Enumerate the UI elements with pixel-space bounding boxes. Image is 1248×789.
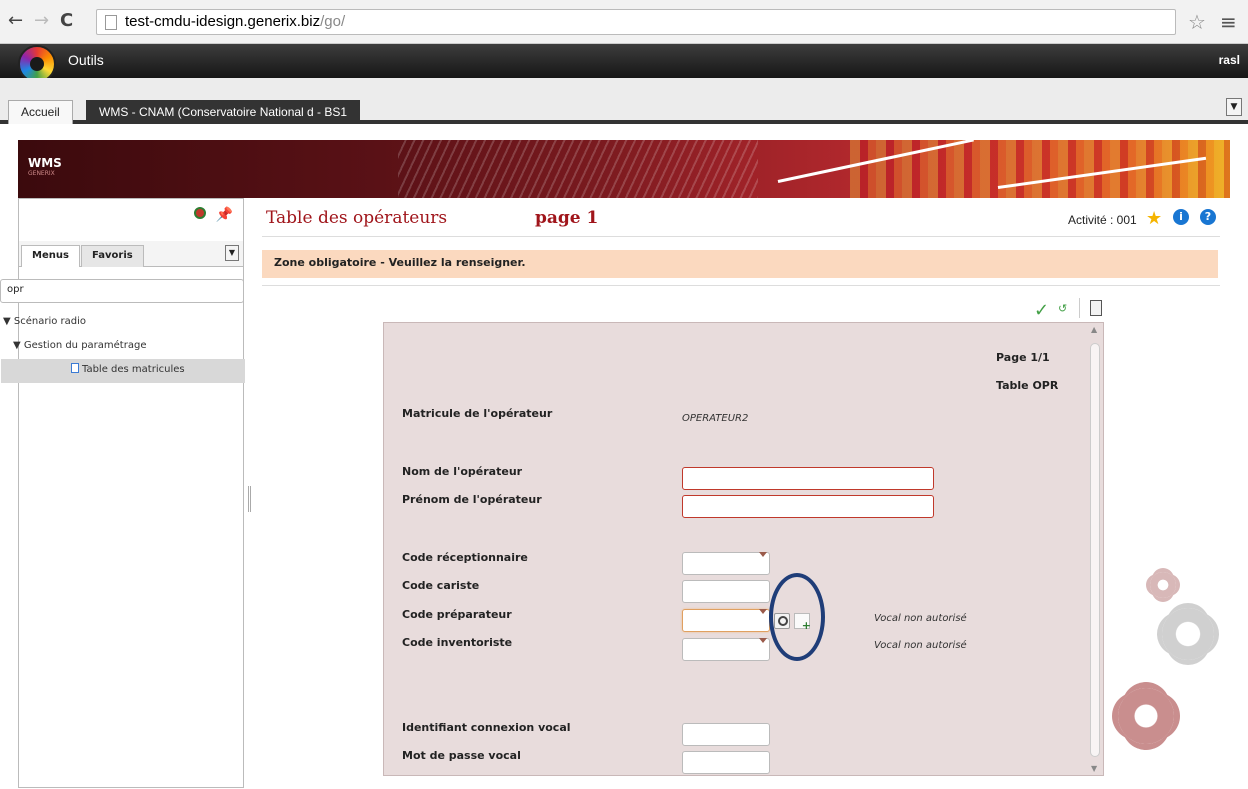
nom-label: Nom de l'opérateur bbox=[402, 465, 523, 478]
cariste-label: Code cariste bbox=[402, 579, 480, 592]
tabs-dropdown-icon[interactable]: ▼ bbox=[1226, 98, 1242, 116]
tree-item-label: Gestion du paramétrage bbox=[23, 340, 147, 351]
toolbar-separator bbox=[1079, 298, 1080, 318]
form-page-info: Page 1/1 bbox=[996, 351, 1050, 364]
info-icon[interactable]: i bbox=[1173, 209, 1189, 225]
left-panel-tabs: Menus Favoris ▼ bbox=[19, 241, 243, 267]
id-vocal-label: Identifiant connexion vocal bbox=[402, 721, 571, 734]
page-number: page 1 bbox=[535, 208, 599, 228]
cariste-input[interactable] bbox=[682, 580, 770, 603]
tab-home[interactable]: Accueil bbox=[8, 100, 73, 124]
preparateur-note: Vocal non autorisé bbox=[874, 613, 967, 624]
receptionnaire-label: Code réceptionnaire bbox=[402, 551, 528, 564]
inventoriste-select[interactable] bbox=[682, 638, 770, 661]
url-path: /go/ bbox=[320, 13, 346, 30]
divider bbox=[262, 285, 1220, 286]
menu-tree: ▼ Scénario radio ▼ Gestion du paramétrag… bbox=[1, 311, 245, 383]
app-bar: Outils rasl bbox=[0, 44, 1248, 83]
export-document-icon[interactable] bbox=[1090, 300, 1102, 316]
left-panel-dropdown-icon[interactable]: ▼ bbox=[225, 245, 239, 261]
bookmark-star-icon[interactable]: ☆ bbox=[1188, 10, 1206, 34]
user-name[interactable]: rasl bbox=[1219, 53, 1240, 67]
tab-menus[interactable]: Menus bbox=[21, 245, 80, 267]
expand-icon[interactable]: ▼ bbox=[3, 316, 11, 327]
annotation-circle bbox=[769, 573, 825, 661]
activity-label: Activité : 001 bbox=[1068, 213, 1137, 227]
expand-icon[interactable]: ▼ bbox=[13, 340, 21, 351]
inventoriste-note: Vocal non autorisé bbox=[874, 640, 967, 651]
id-vocal-input[interactable] bbox=[682, 723, 770, 746]
browser-menu-icon[interactable]: ≡ bbox=[1220, 10, 1237, 34]
tree-item-label: Table des matricules bbox=[82, 364, 185, 375]
tree-item-scenario-radio[interactable]: ▼ Scénario radio bbox=[1, 311, 245, 335]
scroll-thumb[interactable] bbox=[1090, 343, 1100, 757]
tree-item-table-matricules[interactable]: Table des matricules bbox=[1, 359, 245, 383]
reload-icon[interactable]: C bbox=[60, 12, 73, 30]
help-icon[interactable]: ? bbox=[1200, 209, 1216, 225]
matricule-value: OPERATEUR2 bbox=[682, 413, 749, 424]
validate-check-icon[interactable]: ✓ bbox=[1034, 300, 1049, 321]
operator-form: ▲ ▼ Page 1/1 Table OPR Matricule de l'op… bbox=[383, 322, 1104, 776]
back-icon[interactable]: ← bbox=[8, 12, 23, 30]
preparateur-label: Code préparateur bbox=[402, 608, 512, 621]
scroll-up-icon[interactable]: ▲ bbox=[1091, 325, 1097, 334]
prenom-label: Prénom de l'opérateur bbox=[402, 493, 542, 506]
inventoriste-label: Code inventoriste bbox=[402, 636, 513, 649]
address-bar[interactable]: test-cmdu-idesign.generix.biz/go/ bbox=[96, 9, 1176, 35]
tree-item-label: Scénario radio bbox=[13, 316, 87, 327]
refresh-icon[interactable]: ↺ bbox=[1058, 302, 1067, 315]
banner-blocks bbox=[850, 140, 1230, 198]
url-text: test-cmdu-idesign.generix.biz/go/ bbox=[125, 13, 345, 30]
left-panel-icons: 📌 bbox=[193, 207, 233, 223]
url-host: test-cmdu-idesign.generix.biz bbox=[125, 13, 321, 30]
favorite-star-icon[interactable]: ★ bbox=[1146, 208, 1162, 229]
page-icon bbox=[105, 15, 117, 30]
panel-splitter[interactable] bbox=[248, 486, 251, 512]
menu-search-input[interactable]: opr bbox=[0, 279, 244, 303]
mdp-vocal-label: Mot de passe vocal bbox=[402, 749, 521, 762]
document-icon bbox=[71, 363, 79, 373]
page-title: Table des opérateurs bbox=[266, 208, 448, 228]
divider bbox=[262, 236, 1220, 237]
tab-favoris[interactable]: Favoris bbox=[81, 245, 144, 267]
app-title[interactable]: Outils bbox=[68, 52, 104, 68]
banner-decoration bbox=[398, 140, 758, 198]
banner-subtitle: GENERIX bbox=[28, 170, 55, 177]
tab-wms-cnam[interactable]: WMS - CNAM (Conservatoire National d - B… bbox=[86, 100, 361, 124]
forward-icon[interactable]: → bbox=[34, 12, 49, 30]
form-table-info: Table OPR bbox=[996, 379, 1059, 392]
required-field-alert: Zone obligatoire - Veuillez la renseigne… bbox=[262, 250, 1218, 278]
preparateur-select[interactable] bbox=[682, 609, 770, 632]
app-tabs: Accueil WMS - CNAM (Conservatoire Nation… bbox=[0, 78, 1248, 124]
banner-title: WMS bbox=[28, 156, 62, 170]
receptionnaire-select[interactable] bbox=[682, 552, 770, 575]
scroll-down-icon[interactable]: ▼ bbox=[1091, 764, 1097, 773]
pin-icon[interactable]: 📌 bbox=[216, 207, 233, 223]
form-scrollbar[interactable]: ▲ ▼ bbox=[1089, 325, 1101, 773]
wms-banner: WMS GENERIX bbox=[18, 138, 1230, 198]
mdp-vocal-input[interactable] bbox=[682, 751, 770, 774]
browser-toolbar: ← → C test-cmdu-idesign.generix.biz/go/ … bbox=[0, 0, 1248, 44]
tree-item-gestion-parametrage[interactable]: ▼ Gestion du paramétrage bbox=[1, 335, 245, 359]
nom-input[interactable] bbox=[682, 467, 934, 490]
matricule-label: Matricule de l'opérateur bbox=[402, 407, 553, 420]
bug-icon[interactable] bbox=[193, 207, 206, 219]
gear-icon bbox=[1150, 572, 1176, 598]
prenom-input[interactable] bbox=[682, 495, 934, 518]
gear-icon bbox=[1162, 608, 1214, 660]
left-panel: 📌 Menus Favoris ▼ opr ▼ Scénario radio ▼… bbox=[0, 198, 245, 788]
gear-icon bbox=[1118, 688, 1174, 744]
